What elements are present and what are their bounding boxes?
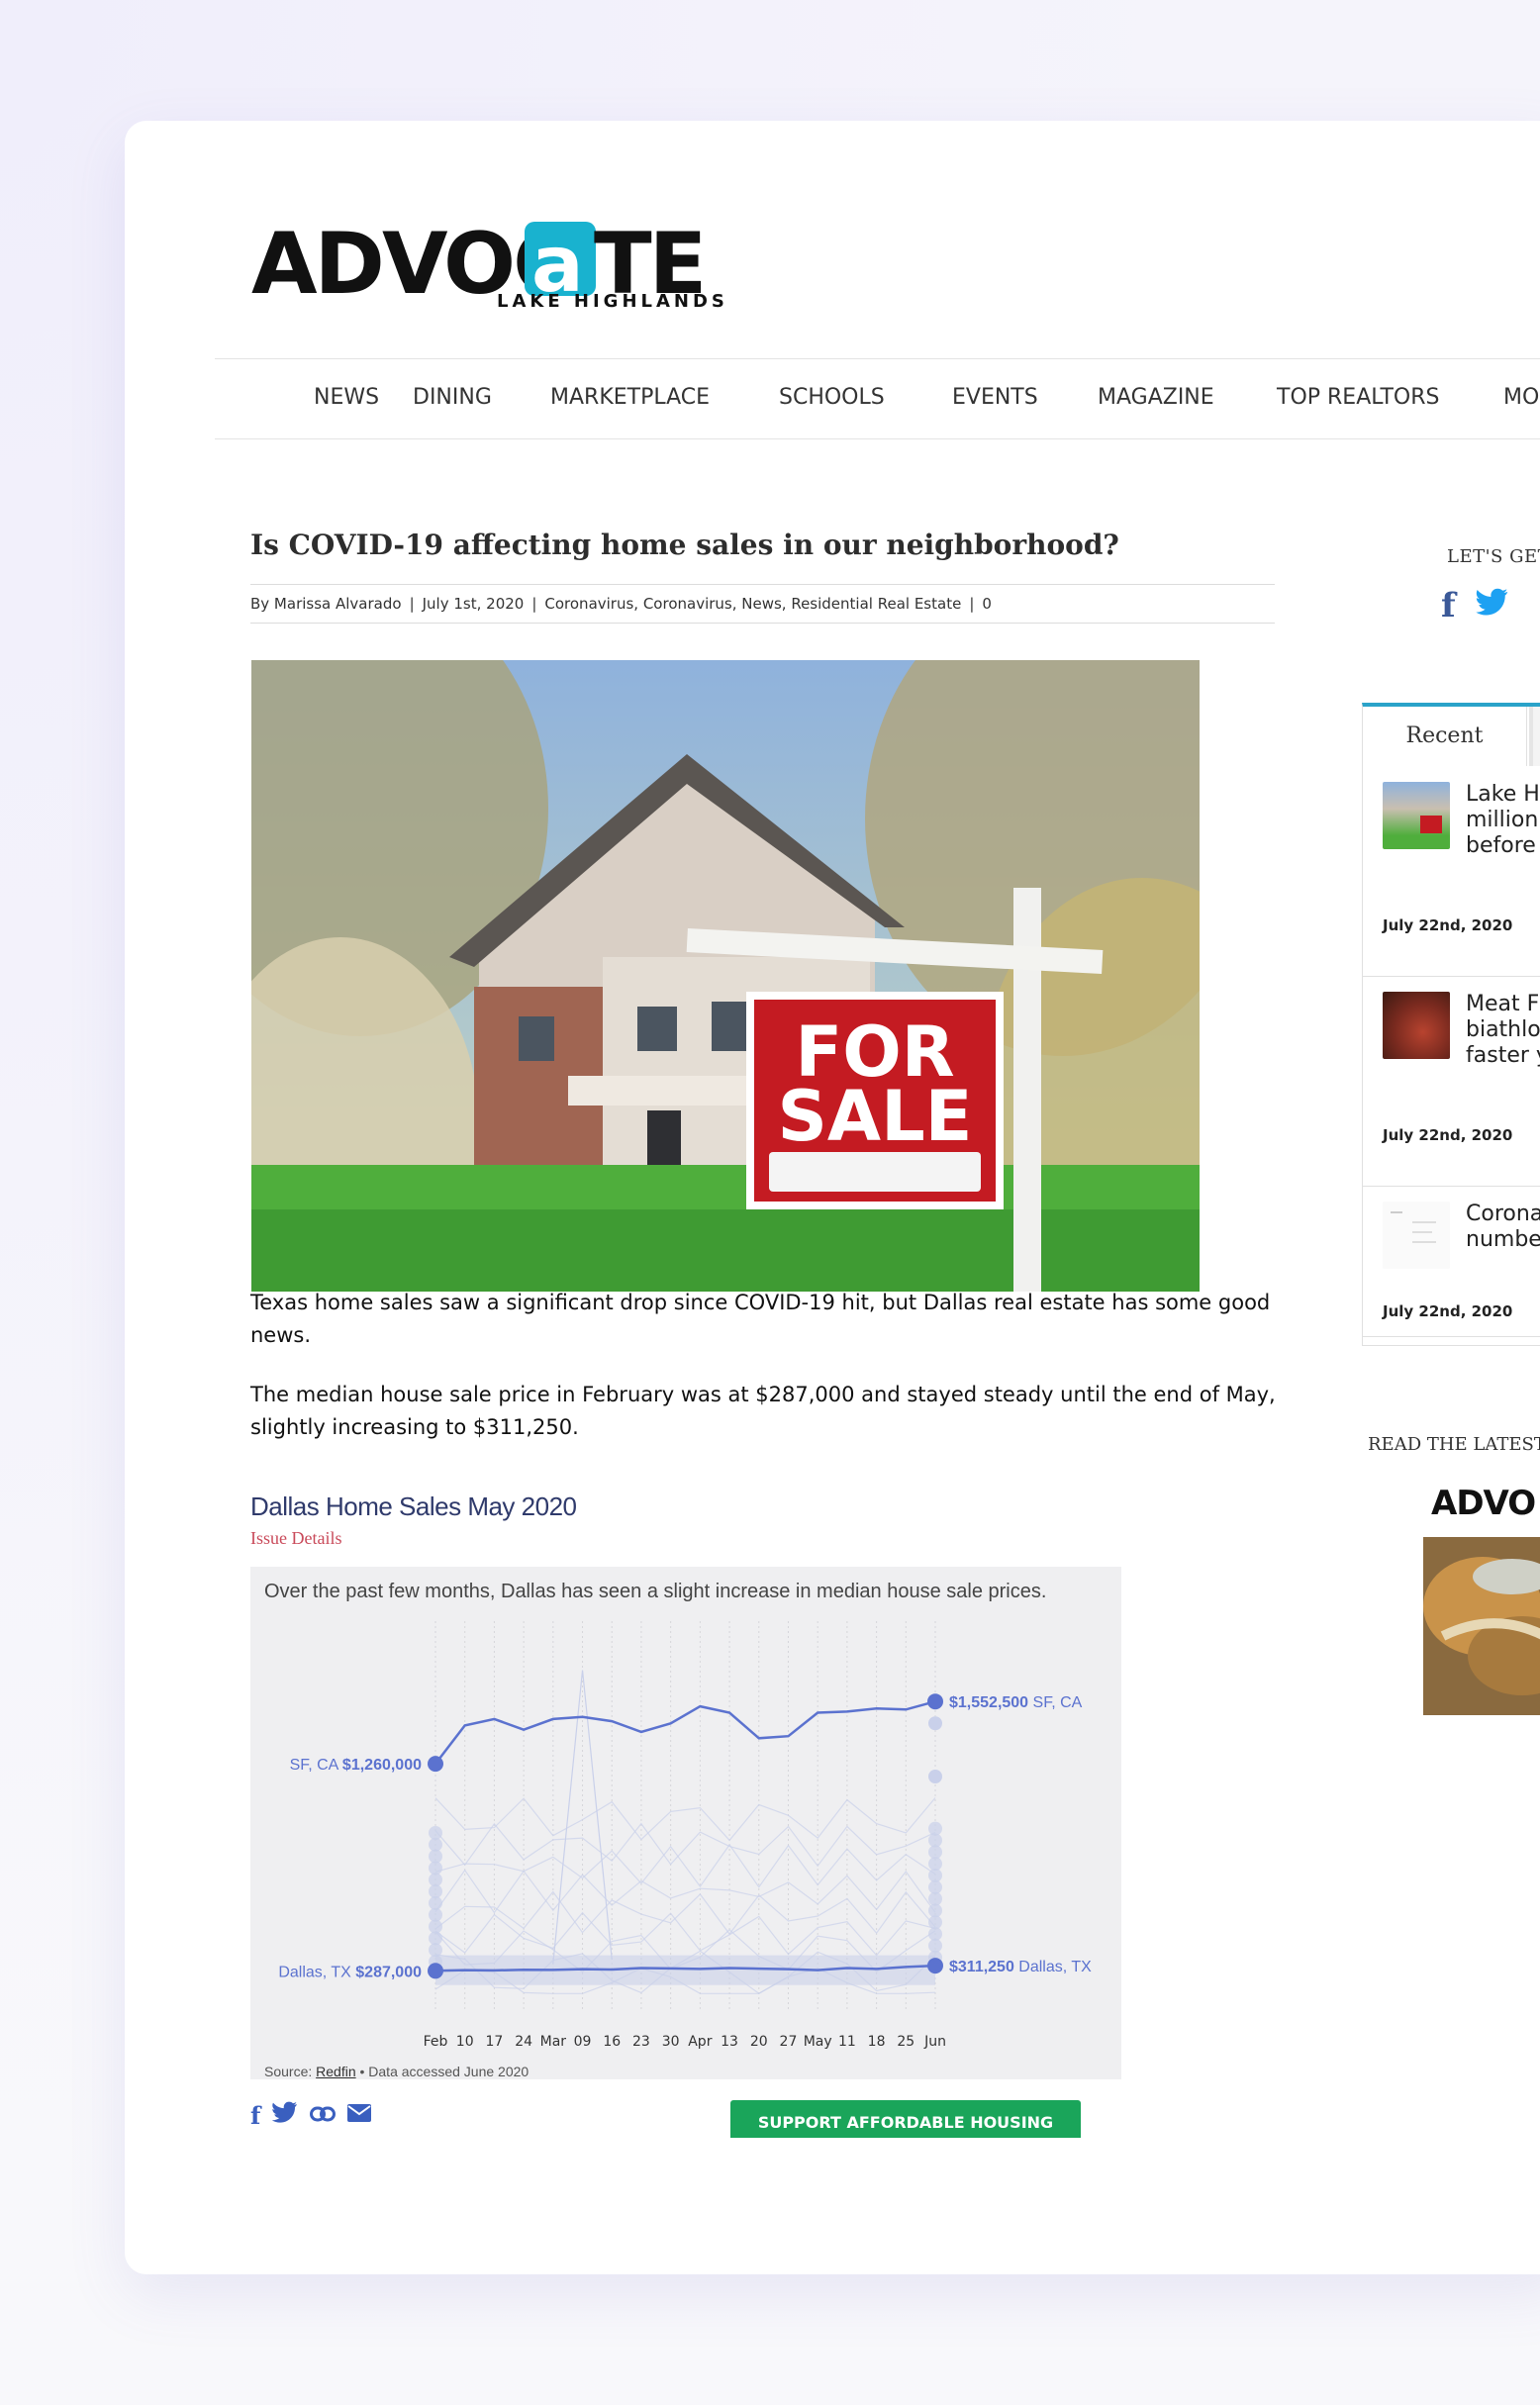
link-icon[interactable] xyxy=(310,2101,337,2129)
hero-image: FOR SALE xyxy=(251,660,1200,1292)
chart-container: Over the past few months, Dallas has see… xyxy=(250,1567,1121,2079)
chart-svg: SF, CA $1,260,000 $1,552,500 SF, CA Dallas… xyxy=(278,1621,1092,2050)
article-author[interactable]: By Marissa Alvarado xyxy=(250,595,402,613)
logo-subtitle: LAKE HIGHLANDS xyxy=(497,291,728,312)
twitter-icon[interactable] xyxy=(272,2101,298,2130)
nav-item-events[interactable]: EVENTS xyxy=(952,385,1038,410)
x-tick-label: 17 xyxy=(485,2034,503,2050)
sidebar-tabs-widget: Recent Lake H selling million homes befo… xyxy=(1362,703,1540,1346)
site-logo[interactable]: ADVOC a TE LAKE HIGHLANDS xyxy=(251,212,736,321)
post-title[interactable]: Corona Tracke numbe need t xyxy=(1466,1202,1540,1253)
email-icon[interactable] xyxy=(347,2101,372,2129)
series-start-point xyxy=(428,1963,443,1979)
x-tick-label: 09 xyxy=(574,2034,592,2050)
series-end-label: $1,552,500 SF, CA xyxy=(949,1694,1083,1711)
x-tick-label: May xyxy=(804,2034,832,2050)
article-paragraph-2: The median house sale price in February … xyxy=(250,1383,1276,1439)
list-item[interactable]: Meat F hosting biathlo more y faster y J… xyxy=(1363,978,1540,1187)
series-line xyxy=(434,1699,936,1765)
meta-separator: | xyxy=(969,595,975,613)
post-title[interactable]: Meat F hosting biathlo more y faster y xyxy=(1466,992,1540,1069)
meta-separator: | xyxy=(409,595,415,613)
article-paragraph-1: Texas home sales saw a significant drop … xyxy=(250,1291,1271,1347)
nav-item-marketplace[interactable]: MARKETPLACE xyxy=(550,385,710,410)
background-point xyxy=(928,1821,942,1836)
magazine-cover-art xyxy=(1423,1537,1540,1735)
x-tick-label: 18 xyxy=(868,2034,886,2050)
x-tick-label: 23 xyxy=(632,2034,650,2050)
background-series-line xyxy=(434,1869,936,1914)
series-start-label: SF, CA $1,260,000 xyxy=(290,1757,423,1774)
background-point xyxy=(928,1716,942,1731)
article-comment-count[interactable]: 0 xyxy=(982,595,992,613)
post-thumbnail[interactable] xyxy=(1383,782,1450,849)
x-tick-label: 30 xyxy=(662,2034,680,2050)
nav-item-news[interactable]: NEWS xyxy=(314,385,379,410)
nav-item-magazine[interactable]: MAGAZINE xyxy=(1098,385,1214,410)
background-point xyxy=(928,1770,942,1783)
nav-item-top-realtors[interactable]: TOP REALTORS xyxy=(1277,385,1439,410)
list-item[interactable]: Corona Tracke numbe need t July 22nd, 20… xyxy=(1363,1188,1540,1337)
post-thumbnail[interactable] xyxy=(1383,992,1450,1059)
background-series-line xyxy=(434,1843,936,1888)
x-tick-label: 13 xyxy=(721,2034,738,2050)
series-start-point xyxy=(428,1756,443,1773)
chart-source-link[interactable]: Redfin xyxy=(316,2064,355,2079)
background-series-line xyxy=(434,1822,936,1868)
background-series-line xyxy=(434,1797,936,1842)
x-tick-label: 24 xyxy=(515,2034,532,2050)
x-tick-label: 25 xyxy=(897,2034,914,2050)
meta-separator: | xyxy=(531,595,537,613)
post-thumbnail[interactable] xyxy=(1383,1202,1450,1269)
chart-source: Source: Redfin • Data accessed June 2020 xyxy=(264,2064,529,2079)
series-end-point xyxy=(927,1693,943,1710)
post-date: July 22nd, 2020 xyxy=(1383,1126,1513,1144)
x-tick-label: Apr xyxy=(688,2034,712,2050)
nav-item-dining[interactable]: DINING xyxy=(413,385,492,410)
list-item[interactable]: Lake H selling million homes before July… xyxy=(1363,768,1540,977)
sidebar-social-icons: f xyxy=(1441,586,1509,625)
article-title: Is COVID-19 affecting home sales in our … xyxy=(250,529,1119,561)
sidebar-social-heading: LET'S GET xyxy=(1447,546,1540,567)
tab-popular[interactable] xyxy=(1529,707,1540,766)
article-meta: By Marissa Alvarado | July 1st, 2020 | C… xyxy=(250,584,1275,624)
background-point xyxy=(429,1825,442,1840)
support-affordable-housing-button[interactable]: SUPPORT AFFORDABLE HOUSING xyxy=(730,2100,1081,2138)
article-date: July 1st, 2020 xyxy=(422,595,525,613)
x-tick-label: 10 xyxy=(456,2034,474,2050)
series-start-label: Dallas, TX $287,000 xyxy=(278,1964,422,1980)
latest-issue-heading: READ THE LATEST I xyxy=(1368,1434,1540,1455)
chart-subtitle-link[interactable]: Issue Details xyxy=(250,1528,341,1549)
x-tick-label: Feb xyxy=(424,2034,448,2050)
magazine-cover[interactable]: ADVO xyxy=(1423,1482,1540,1739)
tab-recent[interactable]: Recent xyxy=(1363,707,1527,766)
x-tick-label: 27 xyxy=(780,2034,798,2050)
nav-item-more[interactable]: MO xyxy=(1503,385,1539,410)
article-categories[interactable]: Coronavirus, Coronavirus, News, Resident… xyxy=(544,595,961,613)
chart-source-suffix: • Data accessed June 2020 xyxy=(355,2064,529,2079)
for-sale-house-illustration: FOR SALE xyxy=(251,660,1200,1292)
chart-title: Dallas Home Sales May 2020 xyxy=(250,1491,577,1521)
x-tick-label: 16 xyxy=(603,2034,621,2050)
facebook-icon[interactable]: f xyxy=(1441,586,1456,625)
chart-source-prefix: Source: xyxy=(264,2064,317,2079)
nav-item-schools[interactable]: SCHOOLS xyxy=(779,385,885,410)
x-tick-label: 11 xyxy=(838,2034,856,2050)
share-bar: f xyxy=(250,2100,372,2130)
x-tick-label: Jun xyxy=(923,2034,946,2050)
facebook-icon[interactable]: f xyxy=(250,2101,260,2130)
post-title[interactable]: Lake H selling million homes before xyxy=(1466,782,1540,859)
series-end-label: $311,250 Dallas, TX xyxy=(949,1959,1092,1975)
main-nav: NEWS DINING MARKETPLACE SCHOOLS EVENTS M… xyxy=(215,358,1540,439)
page-card: ADVOC a TE LAKE HIGHLANDS NEWS DINING MA… xyxy=(125,121,1540,2274)
x-tick-label: 20 xyxy=(750,2034,768,2050)
twitter-icon[interactable] xyxy=(1475,586,1509,625)
post-date: July 22nd, 2020 xyxy=(1383,916,1513,934)
sign-line-2: SALE xyxy=(777,1076,972,1157)
post-date: July 22nd, 2020 xyxy=(1383,1302,1513,1320)
x-tick-label: Mar xyxy=(540,2034,567,2050)
series-end-point xyxy=(927,1958,943,1974)
